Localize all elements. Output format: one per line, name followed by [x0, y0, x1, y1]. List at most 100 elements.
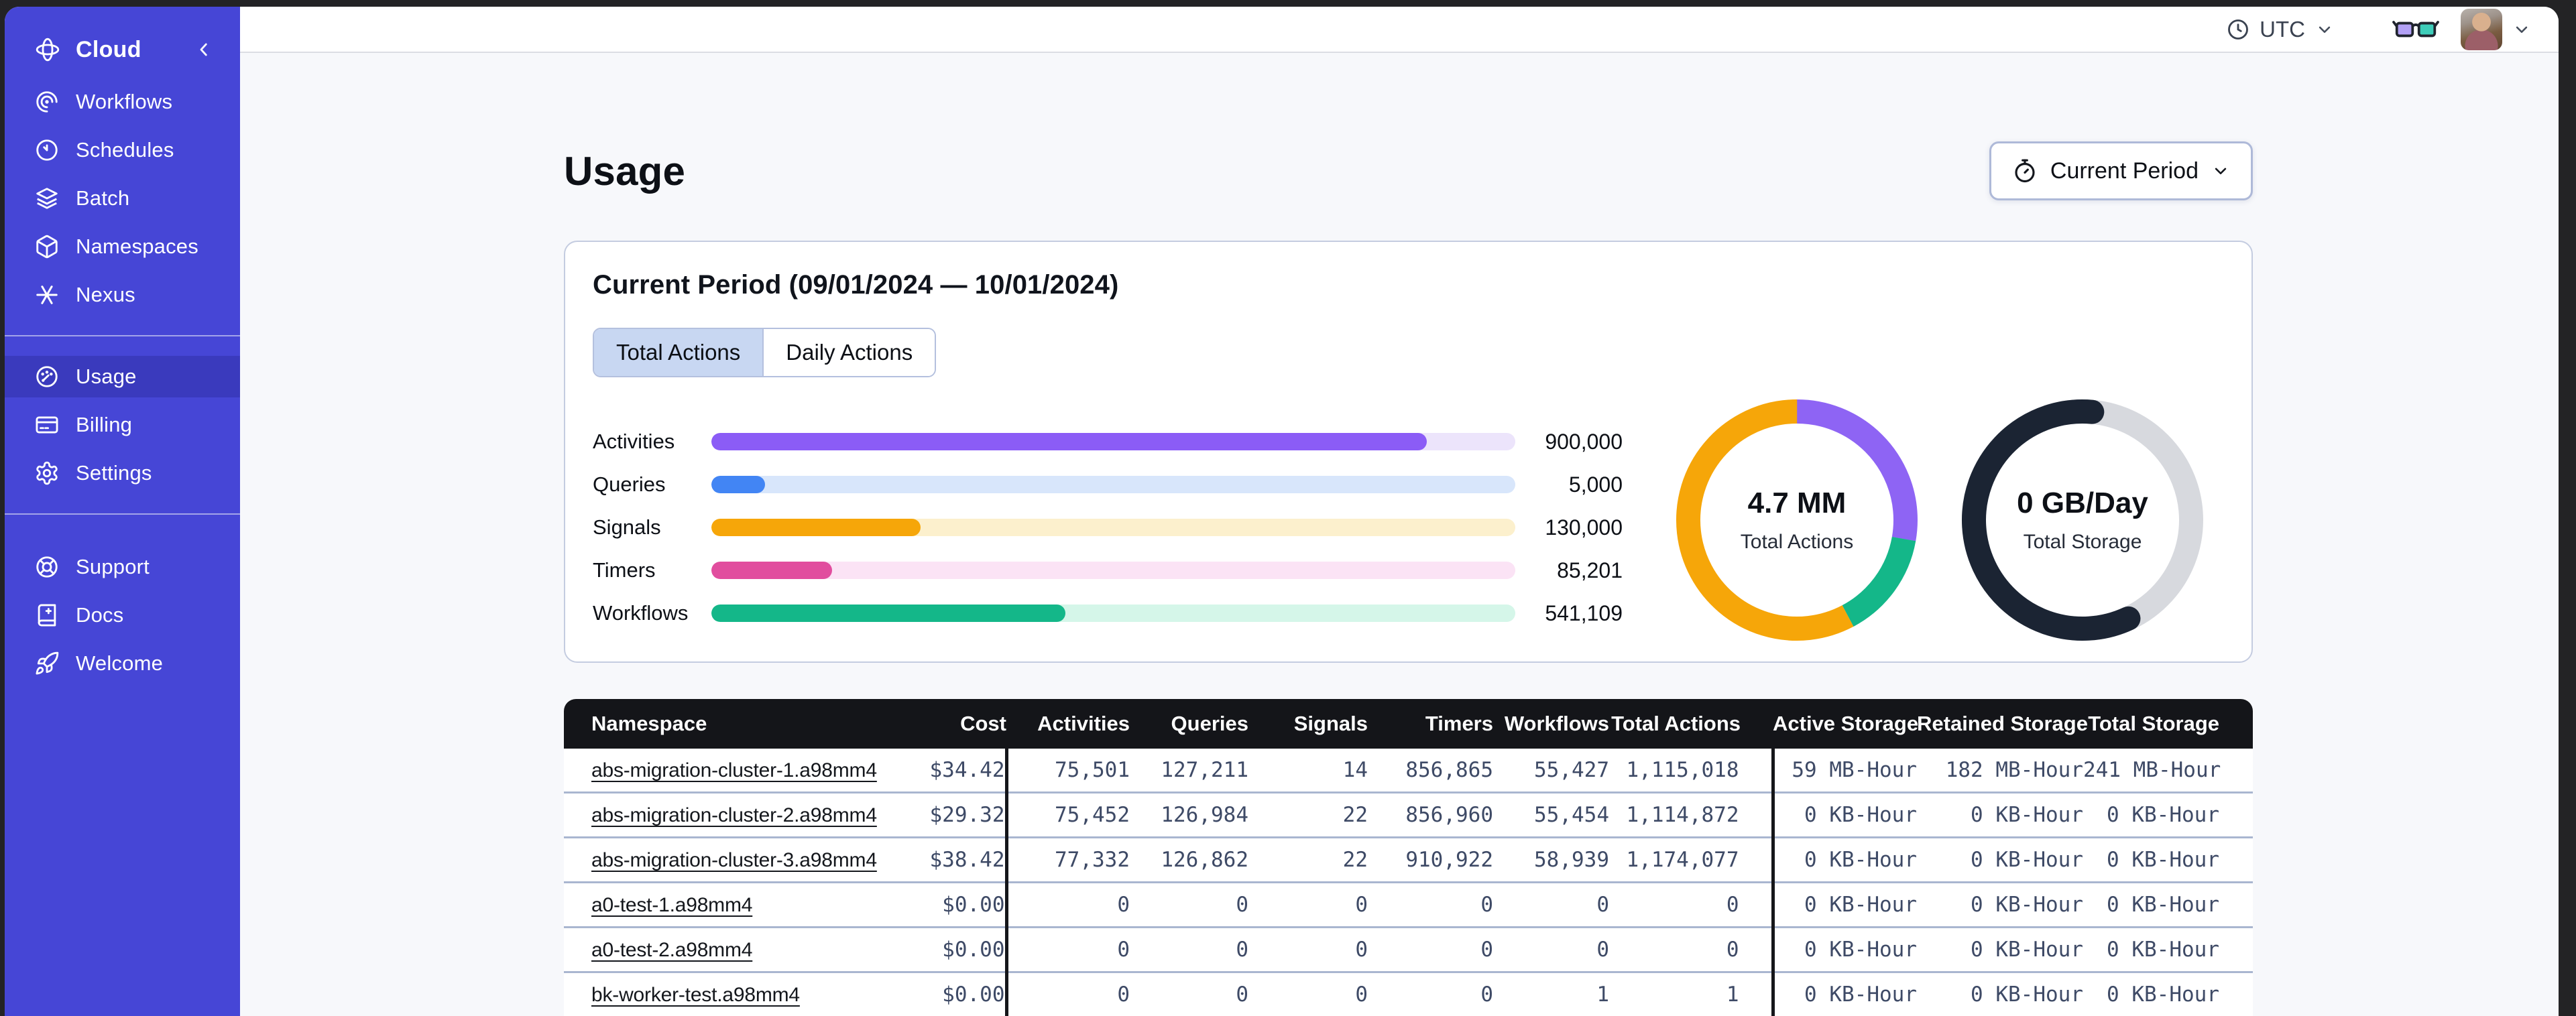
bar-track: [711, 562, 1515, 579]
table-header-row: Namespace Cost Activities Queries Signals Tim…: [564, 699, 2253, 749]
table-row: abs-migration-cluster-2.a98mm4 $29.32 75,4…: [564, 791, 2253, 838]
col-total-actions: Total Actions: [1609, 699, 1773, 749]
temporal-logo-icon: [34, 36, 61, 63]
account-menu[interactable]: [2461, 8, 2532, 50]
bar-value: 5,000: [1568, 472, 1623, 497]
sidebar-item-label: Usage: [76, 365, 137, 388]
clock-icon: [2226, 17, 2250, 42]
namespace-usage-table: Namespace Cost Activities Queries Signals Tim…: [564, 699, 2253, 1016]
cell: 0: [1609, 881, 1773, 928]
usage-table: Namespace Cost Activities Queries Signals Tim…: [564, 699, 2253, 1016]
sidebar-item-nexus[interactable]: Nexus: [5, 274, 240, 316]
cell: 59 MB-Hour: [1771, 749, 1917, 793]
sidebar-item-label: Settings: [76, 461, 152, 485]
topbar: UTC: [240, 7, 2559, 53]
sidebar-item-label: Workflows: [76, 90, 173, 113]
support-icon: [34, 554, 60, 580]
usage-bar-chart: Activities 900,000 Queries 5,000 Signals…: [593, 420, 1623, 647]
sidebar-item-billing[interactable]: Billing: [5, 404, 240, 446]
chevron-down-icon: [2211, 161, 2231, 181]
timezone-selector[interactable]: UTC: [2226, 17, 2335, 42]
chevron-down-icon: [2512, 19, 2532, 40]
main-area: UTC Usage Current Period Current Period …: [240, 7, 2559, 1016]
col-retained-storage: Retained Storage: [1917, 699, 2088, 749]
cell: 126,862: [1130, 836, 1248, 883]
bar-value: 900,000: [1545, 429, 1623, 454]
cell: 0: [1130, 926, 1248, 972]
namespace-link[interactable]: abs-migration-cluster-2.a98mm4: [591, 804, 877, 826]
cell: $0.00: [886, 881, 1006, 928]
namespace-link[interactable]: a0-test-2.a98mm4: [591, 939, 752, 961]
cell: 0: [1004, 926, 1130, 972]
col-total-storage: Total Storage: [2083, 699, 2253, 749]
cell: $0.00: [886, 926, 1006, 972]
sidebar-item-label: Welcome: [76, 651, 164, 675]
bar-fill: [711, 519, 921, 536]
workflows-icon: [34, 89, 60, 115]
sidebar-item-label: Billing: [76, 413, 133, 436]
cell: 0: [1130, 971, 1248, 1016]
sidebar-item-usage[interactable]: Usage: [5, 356, 240, 397]
namespace-link[interactable]: a0-test-1.a98mm4: [591, 894, 752, 916]
cell: 126,984: [1130, 791, 1248, 838]
sidebar-item-label: Docs: [76, 603, 124, 627]
period-selector-button[interactable]: Current Period: [1989, 141, 2253, 200]
usage-bar-row-signals: Signals 130,000: [593, 506, 1623, 549]
sidebar-item-workflows[interactable]: Workflows: [5, 81, 240, 123]
cell: 0 KB-Hour: [1771, 836, 1917, 883]
cell: 55,427: [1493, 749, 1609, 793]
namespace-link[interactable]: abs-migration-cluster-3.a98mm4: [591, 849, 877, 871]
cell: 0 KB-Hour: [1917, 791, 2083, 838]
tab-total-actions[interactable]: Total Actions: [594, 329, 763, 376]
sidebar-item-settings[interactable]: Settings: [5, 452, 240, 494]
cell: 0 KB-Hour: [1917, 836, 2083, 883]
col-signals: Signals: [1248, 699, 1368, 749]
usage-icon: [34, 364, 60, 389]
sidebar-item-docs[interactable]: Docs: [5, 594, 240, 636]
bar-fill: [711, 562, 832, 579]
cell: 0: [1493, 926, 1609, 972]
sidebar-item-batch[interactable]: Batch: [5, 178, 240, 219]
sidebar-item-namespaces[interactable]: Namespaces: [5, 226, 240, 267]
cell: 75,452: [1004, 791, 1130, 838]
cell: 55,454: [1493, 791, 1609, 838]
cell: 0: [1130, 881, 1248, 928]
cell: 182 MB-Hour: [1917, 749, 2083, 793]
title-row: Usage Current Period: [564, 141, 2253, 200]
cell: 0 KB-Hour: [2083, 791, 2253, 838]
bar-label: Workflows: [593, 601, 689, 625]
sidebar-item-welcome[interactable]: Welcome: [5, 643, 240, 684]
col-active-storage: Active Storage: [1773, 699, 1918, 749]
bar-label: Queries: [593, 472, 666, 496]
cell: 0: [1248, 926, 1368, 972]
col-workflows: Workflows: [1493, 699, 1609, 749]
cell: $0.00: [886, 971, 1006, 1016]
collapse-sidebar-icon[interactable]: [193, 39, 215, 60]
tab-daily-actions[interactable]: Daily Actions: [762, 329, 935, 376]
cell: $38.42: [886, 836, 1006, 883]
billing-icon: [34, 412, 60, 438]
donut-center: 4.7 MM Total Actions: [1670, 393, 1924, 647]
bar-fill: [711, 605, 1065, 622]
sidebar-brand[interactable]: Cloud: [5, 21, 240, 78]
cell: 0: [1493, 881, 1609, 928]
bar-value: 130,000: [1545, 515, 1623, 539]
cell: 0 KB-Hour: [1771, 971, 1917, 1016]
timezone-label: UTC: [2260, 16, 2305, 42]
schedules-icon: [34, 137, 60, 163]
chevron-down-icon: [2315, 19, 2335, 40]
batch-icon: [34, 186, 60, 211]
col-activities: Activities: [1006, 699, 1130, 749]
glasses-icon[interactable]: [2392, 15, 2439, 44]
table-row: a0-test-1.a98mm4 $0.00 0 0 0 0 0 0 0 KB-Hour 0 KB…: [564, 881, 2253, 928]
table-row: abs-migration-cluster-3.a98mm4 $38.42 77,3…: [564, 836, 2253, 883]
sidebar-item-support[interactable]: Support: [5, 546, 240, 588]
donut-total-actions: 4.7 MM Total Actions: [1670, 393, 1924, 647]
sidebar-item-schedules[interactable]: Schedules: [5, 129, 240, 171]
namespace-link[interactable]: abs-migration-cluster-1.a98mm4: [591, 759, 877, 781]
usage-bar-row-workflows: Workflows 541,109: [593, 592, 1623, 635]
cell: 0: [1004, 881, 1130, 928]
namespace-link[interactable]: bk-worker-test.a98mm4: [591, 984, 800, 1006]
usage-bar-row-timers: Timers 85,201: [593, 549, 1623, 592]
table-row: a0-test-2.a98mm4 $0.00 0 0 0 0 0 0 0 KB-Hour 0 KB…: [564, 926, 2253, 972]
